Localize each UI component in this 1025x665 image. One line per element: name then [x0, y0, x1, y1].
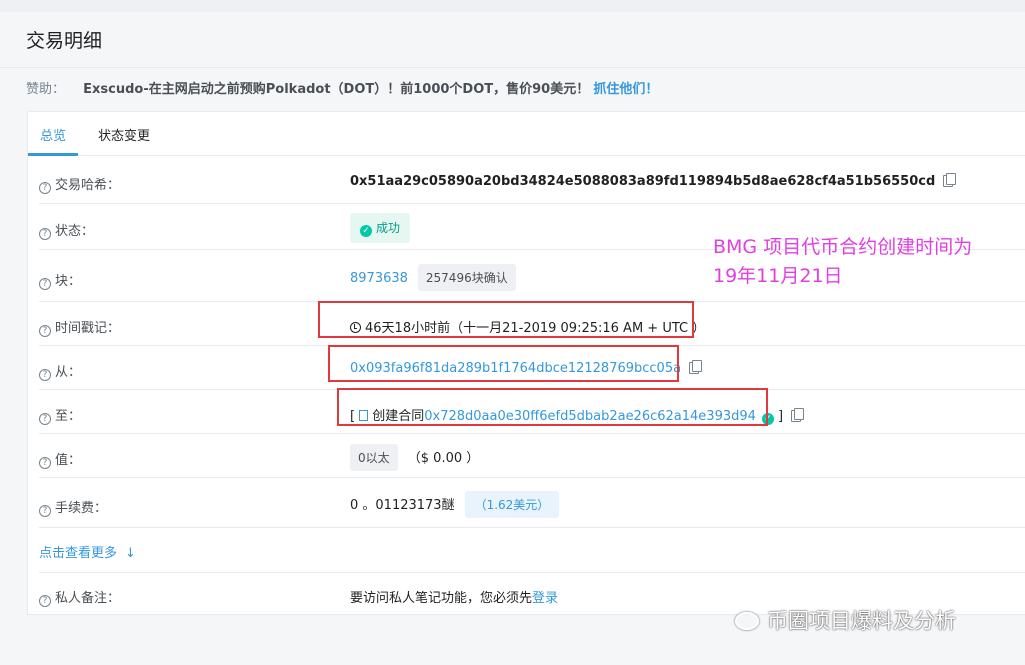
row-timestamp: ? 时间戳记： 46天18小时前（十一月21-2019 09:25:16 AM +…	[39, 302, 1025, 346]
value-usd: （$ 0.00 ）	[407, 451, 480, 466]
timestamp-label: 时间戳记：	[55, 321, 121, 336]
row-value: ? 值： 0以太 （$ 0.00 ）	[39, 434, 1025, 478]
row-tx-hash: ? 交易哈希： 0x51aa29c05890a20bd34824e5088083a…	[39, 156, 1025, 204]
row-from: ? 从： 0x093fa96f81da289b1f1764dbce12128769…	[39, 346, 1025, 390]
fee-label: 手续费：	[55, 501, 108, 516]
watermark: 币圈项目爆料及分析	[735, 605, 956, 635]
wechat-icon	[735, 612, 759, 630]
help-icon: ?	[39, 278, 51, 290]
contract-doc-icon	[359, 410, 369, 421]
from-label: 从：	[55, 365, 82, 380]
status-label: 状态：	[55, 224, 95, 239]
status-badge: ✓ 成功	[350, 213, 411, 243]
sponsor-link[interactable]: 抓住他们！	[593, 82, 658, 97]
block-label: 块：	[55, 274, 82, 289]
login-link[interactable]: 登录	[532, 591, 558, 606]
tx-hash-label: 交易哈希：	[55, 178, 121, 193]
contract-address-link[interactable]: 0x728d0aa0e30ff6efd5dbab2ae26c62a14e393d…	[424, 409, 756, 424]
check-circle-icon: ✓	[360, 225, 372, 237]
note-text: 要访问私人笔记功能，您必须先	[350, 591, 533, 606]
annotation-text: BMG 项目代币合约创建时间为 19年11月21日	[713, 236, 973, 287]
sponsor-label: 赞助：	[26, 82, 66, 97]
timestamp-value: 46天18小时前（十一月21-2019 09:25:16 AM + UTC ）	[365, 321, 706, 336]
top-bar	[0, 0, 1025, 12]
value-label: 值：	[55, 453, 82, 468]
from-address-link[interactable]: 0x093fa96f81da289b1f1764dbce12128769bcc0…	[350, 361, 681, 376]
note-label: 私人备注：	[55, 591, 121, 606]
verified-check-icon: ✓	[761, 413, 774, 425]
fee-usd-badge: （1.62美元）	[464, 491, 560, 518]
tx-hash-value: 0x51aa29c05890a20bd34824e5088083a89fd119…	[350, 173, 957, 189]
title-area	[0, 12, 1025, 68]
clock-icon	[350, 322, 361, 333]
block-number-link[interactable]: 8973638	[350, 271, 408, 286]
confirmations-badge: 257496块确认	[417, 264, 516, 291]
sponsor-text: Exscudo-在主网启动之前预购Polkadot（DOT）！前1000个DOT…	[83, 82, 590, 97]
tab-state-changes[interactable]: 状态变更	[98, 125, 150, 144]
help-icon: ?	[39, 595, 51, 607]
copy-icon[interactable]	[791, 408, 805, 422]
contract-created-text: 创建合同	[372, 409, 425, 424]
row-fee: ? 手续费： 0 。01123173醚 （1.62美元）	[39, 478, 1025, 528]
help-icon: ?	[39, 369, 51, 381]
copy-icon[interactable]	[689, 360, 703, 374]
help-icon: ?	[39, 413, 51, 425]
tab-bar: 总览 状态变更	[28, 112, 1025, 156]
help-icon: ?	[39, 457, 51, 469]
help-icon: ?	[39, 182, 51, 194]
page-title: 交易明细	[26, 30, 103, 52]
value-amount-badge: 0以太	[350, 444, 398, 471]
copy-icon[interactable]	[943, 173, 957, 187]
tab-overview[interactable]: 总览	[40, 125, 66, 144]
fee-amount: 0 。01123173醚	[350, 498, 455, 513]
row-to: ? 至： [ 创建合同0x728d0aa0e30ff6efd5dbab2ae26c…	[39, 390, 1025, 434]
help-icon: ?	[39, 325, 51, 337]
arrow-down-icon: ↓	[125, 546, 136, 561]
sponsor-banner: 赞助： Exscudo-在主网启动之前预购Polkadot（DOT）！前1000…	[26, 78, 658, 97]
show-more-link[interactable]: 点击查看更多 ↓	[39, 542, 136, 561]
help-icon: ?	[39, 228, 51, 240]
transaction-card: 总览 状态变更 ? 交易哈希： 0x51aa29c05890a20bd34824e…	[27, 111, 1025, 615]
help-icon: ?	[39, 505, 51, 517]
to-label: 至：	[55, 409, 82, 424]
